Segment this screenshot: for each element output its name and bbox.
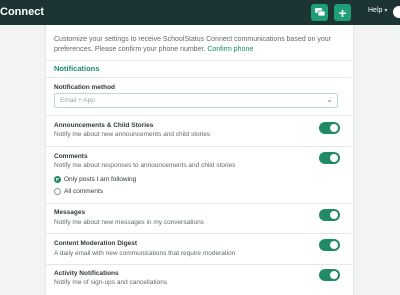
row-title-moderation-digest: Content Moderation Digest: [54, 240, 138, 247]
chat-icon: [314, 8, 325, 17]
toggle-moderation-digest[interactable]: [319, 239, 340, 251]
divider: [46, 264, 351, 265]
divider: [46, 115, 351, 116]
row-desc-announcements: Notify me about new announcements and ch…: [54, 131, 211, 138]
toggle-announcements[interactable]: [319, 122, 340, 134]
row-title-messages: Messages: [54, 209, 86, 216]
divider: [46, 233, 351, 234]
help-label: Help: [368, 7, 383, 14]
confirm-phone-link[interactable]: Confirm phone: [207, 46, 253, 53]
toggle-knob: [330, 211, 338, 219]
app-title: Connect: [0, 6, 44, 18]
notification-method-value: Email + App: [60, 97, 95, 104]
toggle-knob: [330, 271, 338, 279]
add-button[interactable]: +: [334, 4, 351, 21]
divider: [46, 203, 351, 204]
row-desc-moderation-digest: A daily email with new communications th…: [54, 250, 236, 257]
avatar[interactable]: [393, 6, 400, 18]
row-title-activity: Activity Notifications: [54, 270, 119, 277]
chat-button[interactable]: [311, 4, 328, 21]
row-title-announcements: Announcements & Child Stories: [54, 122, 154, 129]
row-desc-messages: Notify me about new messages in my conve…: [54, 219, 204, 226]
toggle-knob: [330, 124, 338, 132]
toggle-knob: [330, 241, 338, 249]
intro-body: Customize your settings to receive Schoo…: [54, 36, 332, 53]
top-bar: Connect + Help ▾: [0, 0, 400, 25]
notification-method-label: Notification method: [54, 84, 116, 91]
radio-only-following[interactable]: [54, 176, 61, 183]
radio-label-only-following: Only posts I am following: [64, 176, 137, 183]
help-menu[interactable]: Help ▾: [368, 7, 387, 14]
divider: [46, 146, 351, 147]
toggle-activity[interactable]: [319, 269, 340, 281]
divider: [46, 77, 351, 78]
section-title-notifications: Notifications: [54, 64, 100, 73]
radio-all-comments[interactable]: [54, 188, 61, 195]
toggle-messages[interactable]: [319, 209, 340, 221]
radio-label-all-comments: All comments: [64, 188, 104, 195]
notification-method-select[interactable]: Email + App ⌄: [54, 93, 338, 108]
intro-text: Customize your settings to receive Schoo…: [54, 35, 344, 55]
divider: [46, 60, 351, 61]
chevron-down-icon: ⌄: [326, 95, 333, 104]
toggle-comments[interactable]: [319, 152, 340, 164]
chevron-down-icon: ▾: [384, 8, 388, 14]
plus-icon: +: [338, 4, 347, 21]
toggle-knob: [330, 154, 338, 162]
row-title-comments: Comments: [54, 153, 88, 160]
row-desc-comments: Notify me about responses to announcemen…: [54, 162, 236, 169]
row-desc-activity: Notify me of sign-ups and cancellations: [54, 279, 168, 286]
